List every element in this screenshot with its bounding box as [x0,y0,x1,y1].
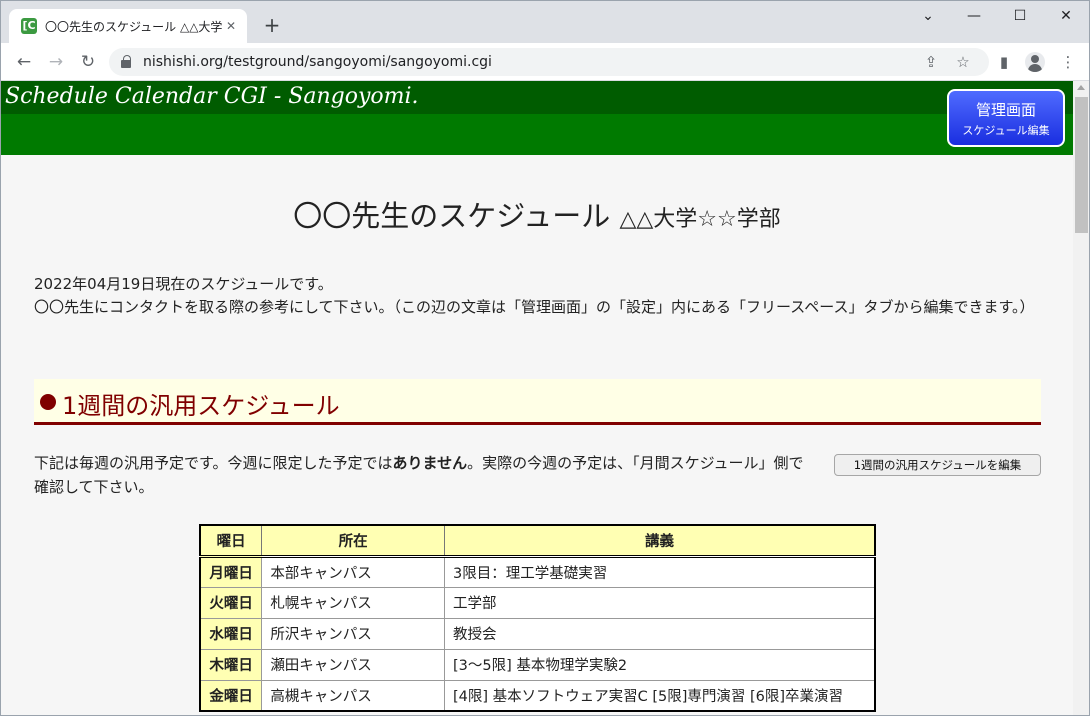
lock-icon[interactable] [121,55,131,68]
row-lecture: 3限目：理工学基礎実習 [443,555,876,588]
weekly-schedule-table: 曜日 所在 講義 月曜日 本部キャンパス 3限目：理工学基礎実習 火曜日 札幌キ… [199,524,876,712]
page-title-department: △△大学☆☆学部 [619,207,781,232]
menu-icon[interactable]: ⋮ [1057,51,1079,73]
table-row: 木曜日 瀬田キャンパス [3～5限] 基本物理学実験2 [199,648,876,681]
row-lecture: [3～5限] 基本物理学実験2 [443,648,876,681]
bullet-circle-icon [40,394,56,410]
admin-button[interactable]: 管理画面 スケジュール編集 [947,89,1065,147]
side-panel-icon[interactable]: ▮ [993,51,1015,73]
window-close-icon[interactable]: ✕ [1043,5,1089,27]
profile-avatar-icon[interactable] [1025,52,1045,72]
row-place: 札幌キャンパス [261,586,445,619]
tab-close-icon[interactable]: ✕ [223,18,239,34]
table-row: 水曜日 所沢キャンパス 教授会 [199,617,876,650]
row-lecture: 教授会 [443,617,876,650]
page-title: 〇〇先生のスケジュール △△大学☆☆学部 [1,193,1073,235]
tab-bar: [C 〇〇先生のスケジュール △△大学☆☆学部 ✕ + ⌄ — ☐ ✕ [1,1,1089,43]
intro-text: 2022年04月19日現在のスケジュールです。 〇〇先生にコンタクトを取る際の参… [34,273,1044,319]
url-text[interactable]: nishishi.org/testground/sangoyomi/sangoy… [143,54,492,70]
back-icon[interactable]: ← [13,51,35,73]
address-bar[interactable]: nishishi.org/testground/sangoyomi/sangoy… [109,48,989,76]
row-place: 所沢キャンパス [261,617,445,650]
table-row: 月曜日 本部キャンパス 3限目：理工学基礎実習 [199,555,876,588]
intro-line-date: 2022年04月19日現在のスケジュールです。 [34,275,333,293]
weekly-notice: 下記は毎週の汎用予定です。今週に限定した予定ではありません。実際の今週の予定は、… [34,451,809,499]
page-viewport: Schedule Calendar CGI - Sangoyomi. 管理画面 … [1,81,1073,715]
row-day: 金曜日 [199,679,263,712]
admin-button-sublabel: スケジュール編集 [962,124,1050,137]
site-favicon-icon: [C [21,18,37,34]
site-header: Schedule Calendar CGI - Sangoyomi. 管理画面 … [1,81,1073,155]
browser-toolbar: ← → ↻ nishishi.org/testground/sangoyomi/… [1,43,1089,81]
tab-search-chevron-icon[interactable]: ⌄ [905,5,951,27]
minimize-icon[interactable]: — [951,5,997,27]
new-tab-icon[interactable]: + [261,14,283,36]
header-day: 曜日 [199,524,263,557]
row-lecture: 工学部 [443,586,876,619]
header-lecture: 講義 [443,524,876,557]
intro-line-note: 〇〇先生にコンタクトを取る際の参考にして下さい。（この辺の文章は「管理画面」の「… [34,298,1035,316]
row-day: 火曜日 [199,586,263,619]
row-place: 高槻キャンパス [261,679,445,712]
page-title-main: 〇〇先生のスケジュール [293,199,611,233]
forward-icon[interactable]: → [45,51,67,73]
table-row: 火曜日 札幌キャンパス 工学部 [199,586,876,619]
table-header-row: 曜日 所在 講義 [199,524,876,557]
maximize-icon[interactable]: ☐ [997,5,1043,27]
browser-tab[interactable]: [C 〇〇先生のスケジュール △△大学☆☆学部 ✕ [9,9,247,43]
notice-text-bold: ありません [392,454,468,472]
header-place: 所在 [261,524,445,557]
site-title[interactable]: Schedule Calendar CGI - Sangoyomi. [5,84,419,109]
row-day: 水曜日 [199,617,263,650]
scroll-up-arrow-icon[interactable] [1077,85,1085,90]
admin-button-label: 管理画面 [975,101,1036,119]
row-day: 月曜日 [199,555,263,588]
row-place: 瀬田キャンパス [261,648,445,681]
scrollbar-thumb[interactable] [1075,97,1088,233]
edit-weekly-schedule-button[interactable]: 1週間の汎用スケジュールを編集 [834,454,1041,476]
bookmark-star-icon[interactable]: ☆ [953,52,973,72]
section-heading: 1週間の汎用スケジュール [34,379,1041,425]
row-day: 木曜日 [199,648,263,681]
reload-icon[interactable]: ↻ [77,51,99,73]
section-heading-text: 1週間の汎用スケジュール [62,392,340,420]
row-lecture: [4限] 基本ソフトウェア実習C [5限]専門演習 [6限]卒業演習 [443,679,876,712]
row-place: 本部キャンパス [261,555,445,588]
browser-window: [C 〇〇先生のスケジュール △△大学☆☆学部 ✕ + ⌄ — ☐ ✕ ← → … [0,0,1090,716]
vertical-scrollbar[interactable] [1073,81,1089,715]
share-icon[interactable]: ⇪ [921,52,941,72]
notice-text-before: 下記は毎週の汎用予定です。今週に限定した予定では [34,454,393,472]
tab-title: 〇〇先生のスケジュール △△大学☆☆学部 [45,19,223,34]
table-row: 金曜日 高槻キャンパス [4限] 基本ソフトウェア実習C [5限]専門演習 [6… [199,679,876,712]
